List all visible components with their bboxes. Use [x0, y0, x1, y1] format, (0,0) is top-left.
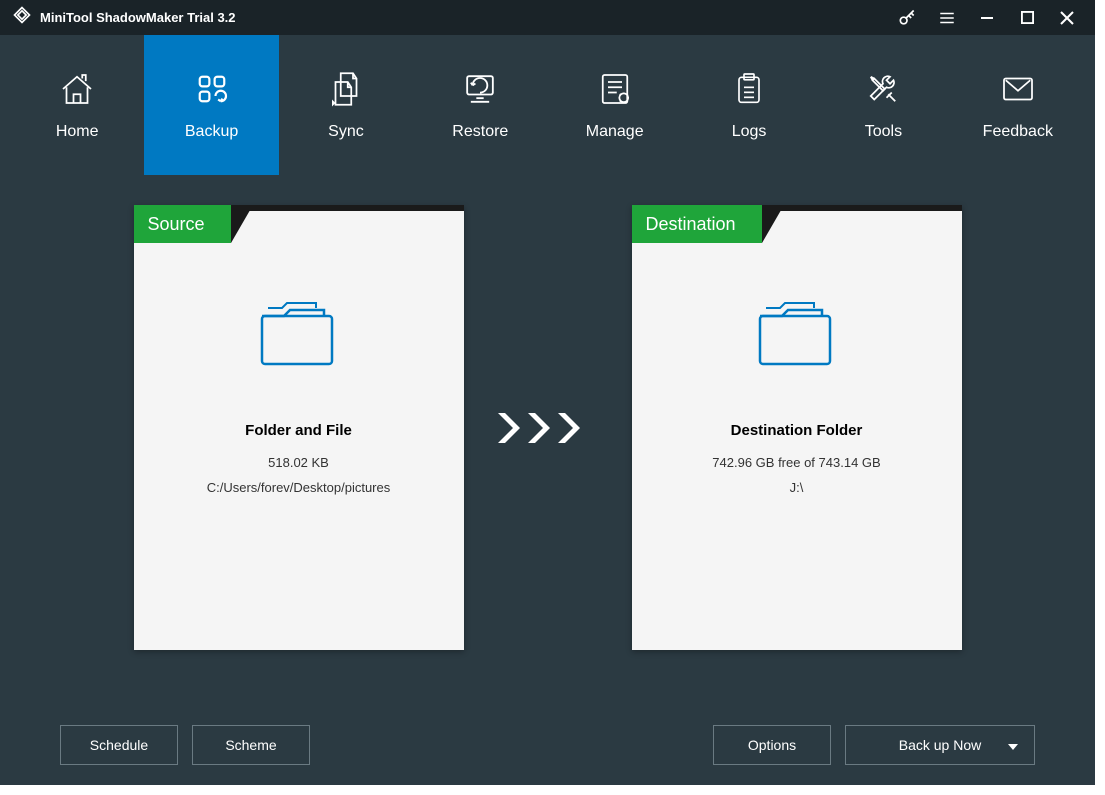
nav-restore[interactable]: Restore: [413, 35, 547, 175]
minimize-button[interactable]: [967, 0, 1007, 35]
folder-icon: [254, 298, 344, 377]
nav-feedback[interactable]: Feedback: [951, 35, 1085, 175]
home-icon: [56, 69, 98, 109]
nav-label: Backup: [185, 123, 238, 141]
source-path: C:/Users/forev/Desktop/pictures: [207, 480, 391, 495]
nav-label: Restore: [452, 123, 508, 141]
restore-icon: [458, 69, 502, 109]
menu-icon[interactable]: [927, 0, 967, 35]
nav-label: Home: [56, 123, 99, 141]
nav-tools[interactable]: Tools: [816, 35, 950, 175]
button-label: Back up Now: [899, 737, 981, 753]
nav-logs[interactable]: Logs: [682, 35, 816, 175]
main-nav: Home Backup Sync: [0, 35, 1095, 175]
logs-icon: [729, 69, 769, 109]
arrow-icon: [464, 408, 632, 448]
button-label: Scheme: [225, 737, 276, 753]
tools-icon: [862, 69, 904, 109]
close-button[interactable]: [1047, 0, 1087, 35]
destination-title: Destination Folder: [731, 422, 863, 439]
maximize-button[interactable]: [1007, 0, 1047, 35]
app-logo-icon: [12, 5, 32, 30]
button-label: Schedule: [90, 737, 148, 753]
feedback-icon: [997, 69, 1039, 109]
manage-icon: [594, 69, 636, 109]
source-card-header: Source: [134, 205, 464, 243]
button-label: Options: [748, 737, 796, 753]
destination-space: 742.96 GB free of 743.14 GB: [712, 455, 880, 470]
source-size: 518.02 KB: [268, 455, 329, 470]
nav-sync[interactable]: Sync: [279, 35, 413, 175]
destination-header-label: Destination: [632, 205, 762, 243]
destination-card-header: Destination: [632, 205, 962, 243]
schedule-button[interactable]: Schedule: [60, 725, 178, 765]
source-header-label: Source: [134, 205, 231, 243]
key-icon[interactable]: [887, 0, 927, 35]
source-title: Folder and File: [245, 422, 352, 439]
app-title: MiniTool ShadowMaker Trial 3.2: [40, 10, 236, 25]
titlebar: MiniTool ShadowMaker Trial 3.2: [0, 0, 1095, 35]
source-card[interactable]: Source Folder and File 518.02 KB C:/User…: [134, 205, 464, 650]
nav-label: Logs: [732, 123, 767, 141]
app-window: MiniTool ShadowMaker Trial 3.2: [0, 0, 1095, 785]
nav-label: Feedback: [983, 123, 1053, 141]
content-area: Source Folder and File 518.02 KB C:/User…: [0, 175, 1095, 705]
bottom-bar: Schedule Scheme Options Back up Now: [0, 705, 1095, 785]
nav-label: Tools: [865, 123, 902, 141]
nav-backup[interactable]: Backup: [144, 35, 278, 175]
backup-icon: [191, 69, 233, 109]
scheme-button[interactable]: Scheme: [192, 725, 310, 765]
destination-path: J:\: [790, 480, 804, 495]
destination-card[interactable]: Destination Destination Folder 742.96 GB…: [632, 205, 962, 650]
options-button[interactable]: Options: [713, 725, 831, 765]
nav-label: Sync: [328, 123, 364, 141]
backup-now-button[interactable]: Back up Now: [845, 725, 1035, 765]
folder-icon: [752, 298, 842, 377]
nav-manage[interactable]: Manage: [548, 35, 682, 175]
nav-label: Manage: [586, 123, 644, 141]
chevron-down-icon: [1008, 737, 1018, 753]
nav-home[interactable]: Home: [10, 35, 144, 175]
sync-icon: [325, 69, 367, 109]
